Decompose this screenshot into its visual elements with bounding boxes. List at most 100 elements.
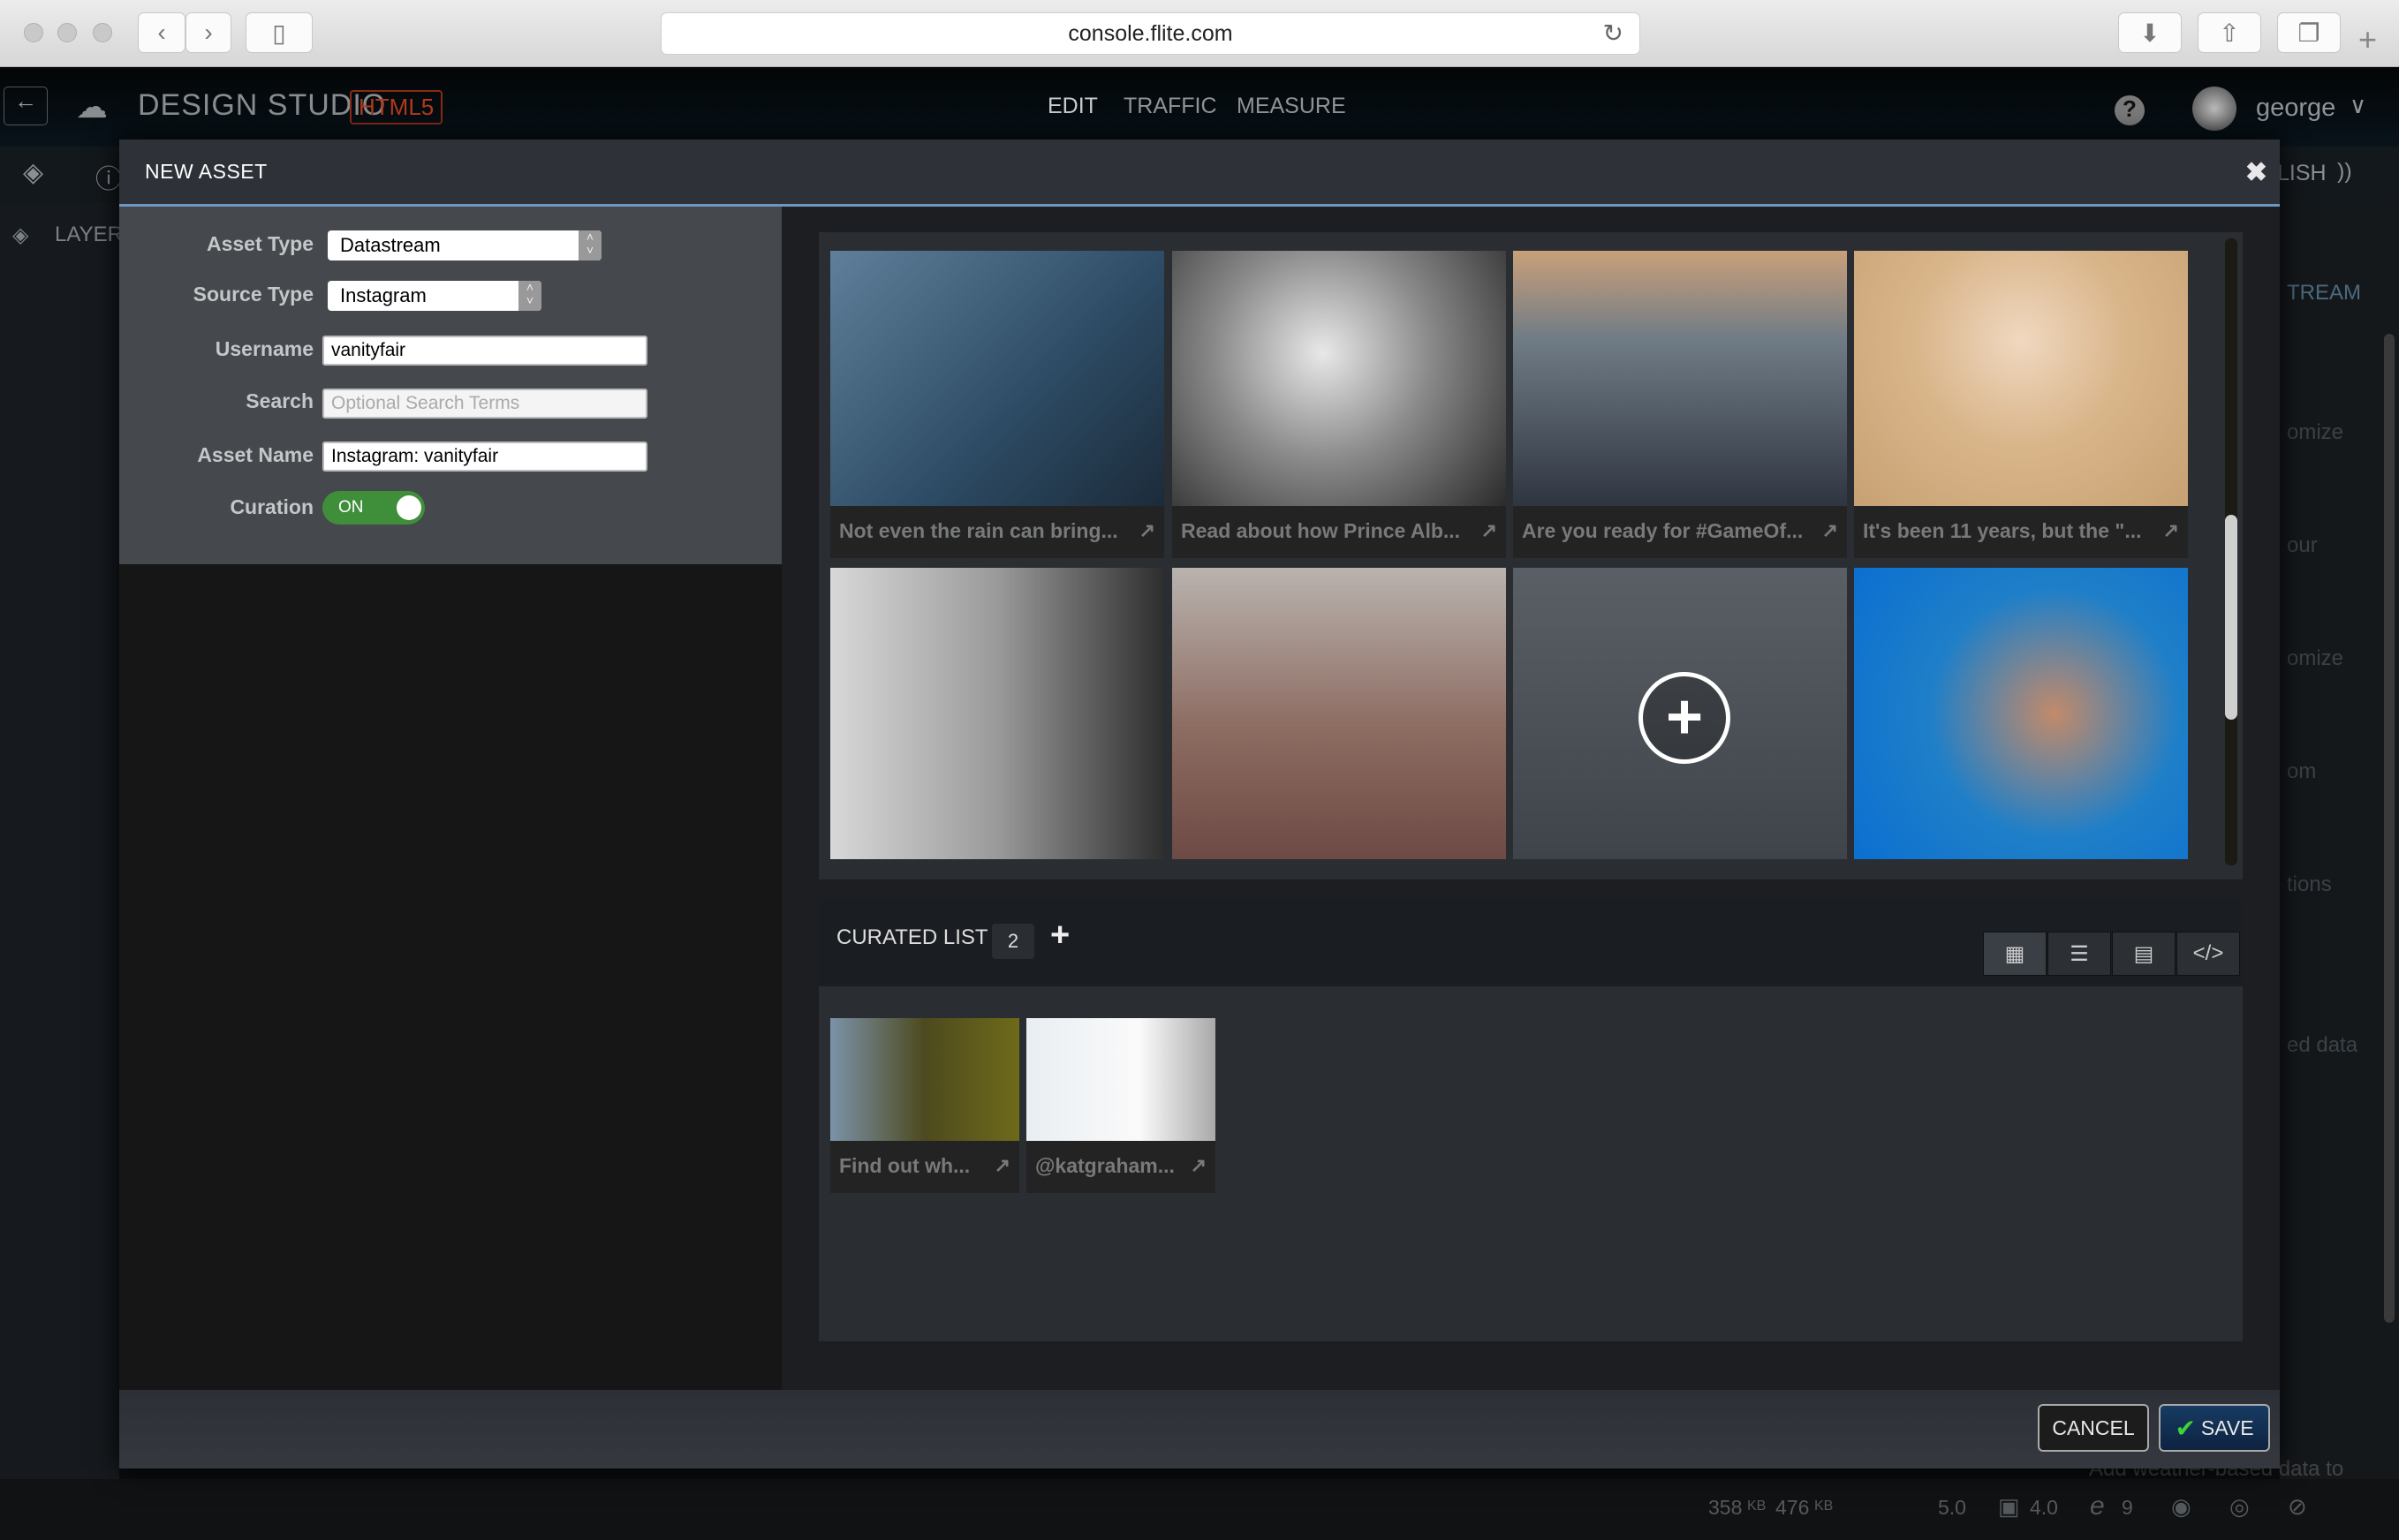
source-type-select[interactable]: Instagram ˄ ˅ [328, 281, 541, 311]
tab-datastream[interactable]: TREAM [2287, 281, 2361, 306]
broadcast-icon: )) [2337, 159, 2352, 184]
layers-icon[interactable]: ◈ [23, 157, 43, 188]
username-input[interactable] [322, 336, 647, 366]
caption-text: Read about how Prince Alb... [1181, 519, 1461, 542]
gallery-image[interactable] [1172, 568, 1506, 859]
ghost-text: om [2287, 759, 2317, 783]
search-label: Search [246, 389, 314, 412]
gallery-tile[interactable] [1854, 568, 2188, 859]
external-link-icon[interactable]: ↗ [2163, 519, 2179, 545]
share-icon[interactable]: ⇧ [2198, 12, 2261, 53]
nav-measure[interactable]: MEASURE [1237, 94, 1346, 119]
properties-panel: TREAM omize our omize om tions ed data [2280, 203, 2399, 1479]
unit: KB [1747, 1498, 1767, 1514]
avatar[interactable] [2192, 87, 2236, 131]
ghost-text: ed data [2287, 1033, 2358, 1057]
gallery-image[interactable] [830, 251, 1164, 506]
curated-item[interactable]: Find out wh... ↗ [830, 1018, 1019, 1193]
gallery-image[interactable] [1172, 251, 1506, 506]
asset-type-select[interactable]: Datastream ˄ ˅ [328, 230, 602, 260]
updown-arrows-icon: ˄ ˅ [579, 230, 602, 260]
cancel-button[interactable]: CANCEL [2038, 1404, 2149, 1452]
search-input[interactable] [322, 389, 647, 419]
gallery-tile[interactable]: Not even the rain can bring... ↗ [830, 251, 1164, 558]
forward-icon[interactable]: › [185, 12, 231, 53]
sidebar-icon[interactable]: ▯ [246, 12, 313, 53]
publish-button[interactable]: LISH [2277, 161, 2327, 186]
gallery-image[interactable] [1513, 251, 1847, 506]
info-icon[interactable]: ⓘ [95, 157, 122, 196]
save-label: SAVE [2200, 1415, 2254, 1439]
nav-traffic[interactable]: TRAFFIC [1124, 94, 1217, 119]
gallery-image[interactable] [1854, 251, 2188, 506]
close-window-button[interactable] [24, 23, 43, 42]
gallery-scrollbar[interactable] [2225, 238, 2237, 865]
user-name[interactable]: george [2256, 94, 2335, 123]
download-icon[interactable]: ⬇ [2118, 12, 2182, 53]
panel-scrollbar[interactable] [2384, 334, 2395, 1323]
list-view-icon[interactable]: ☰ [2047, 932, 2111, 976]
updown-arrows-icon: ˄ ˅ [518, 281, 541, 311]
code-view-icon[interactable]: </> [2176, 932, 2240, 976]
curated-image[interactable] [830, 1018, 1019, 1141]
close-icon[interactable]: ✖ [2245, 157, 2267, 188]
back-arrow-icon[interactable]: ← [4, 87, 48, 125]
gallery-tile[interactable] [830, 568, 1164, 859]
gallery-tile[interactable]: + [1513, 568, 1847, 859]
toggle-knob [397, 495, 421, 520]
gallery-tile[interactable] [1172, 568, 1506, 859]
external-link-icon[interactable]: ↗ [1822, 519, 1838, 545]
tabs-icon[interactable]: ❐ [2277, 12, 2341, 53]
asset-name-input[interactable] [322, 442, 647, 472]
curated-image[interactable] [1026, 1018, 1215, 1141]
new-tab-icon[interactable]: + [2358, 21, 2377, 58]
gallery-caption: It's been 11 years, but the "... ↗ [1854, 506, 2188, 558]
save-button[interactable]: ✔ SAVE [2159, 1404, 2270, 1452]
address-bar[interactable]: console.flite.com ↻ [661, 12, 1640, 55]
ghost-text: omize [2287, 420, 2344, 444]
curation-label: Curation [230, 495, 314, 518]
ie-icon: e [2090, 1491, 2105, 1521]
firefox-icon: ◉ [2171, 1493, 2191, 1520]
external-link-icon[interactable]: ↗ [1139, 519, 1155, 545]
back-icon[interactable]: ‹ [138, 12, 185, 53]
nav-edit[interactable]: EDIT [1048, 94, 1098, 119]
asset-type-value: Datastream [340, 234, 441, 256]
gallery-tile[interactable]: It's been 11 years, but the "... ↗ [1854, 251, 2188, 558]
unit: KB [1814, 1498, 1834, 1514]
form-empty-area [119, 564, 782, 1390]
gallery-caption: Are you ready for #GameOf... ↗ [1513, 506, 1847, 558]
gallery-caption: Not even the rain can bring... ↗ [830, 506, 1164, 558]
size-total: 476 [1775, 1496, 1810, 1519]
chevron-down-icon[interactable]: ∨ [2350, 92, 2366, 119]
new-asset-modal: NEW ASSET ✖ Asset Type Datastream ˄ ˅ Sour… [119, 140, 2280, 1468]
grid-view-icon[interactable]: ▦ [1983, 932, 2047, 976]
gallery-caption: Read about how Prince Alb... ↗ [1172, 506, 1506, 558]
curated-item[interactable]: @katgraham... ↗ [1026, 1018, 1215, 1193]
help-icon[interactable]: ? [2115, 95, 2145, 125]
size-initial: 358 [1708, 1496, 1743, 1519]
gallery-tile[interactable]: Are you ready for #GameOf... ↗ [1513, 251, 1847, 558]
add-curated-button[interactable]: + [1050, 917, 1070, 955]
gallery-tile[interactable]: Read about how Prince Alb... ↗ [1172, 251, 1506, 558]
external-link-icon[interactable]: ↗ [1191, 1154, 1207, 1180]
external-link-icon[interactable]: ↗ [995, 1154, 1010, 1180]
curated-list-header: CURATED LIST 2 + ▦ ☰ ▤ </> [819, 899, 2243, 986]
instagram-gallery: Not even the rain can bring... ↗ Read abou… [819, 232, 2243, 879]
card-view-icon[interactable]: ▤ [2112, 932, 2176, 976]
reload-icon[interactable]: ↻ [1603, 19, 1623, 48]
zoom-window-button[interactable] [93, 23, 112, 42]
gallery-image[interactable] [1854, 568, 2188, 859]
url-text: console.flite.com [1068, 20, 1233, 46]
curated-count-badge: 2 [992, 924, 1034, 959]
modal-title-text: NEW ASSET [145, 160, 268, 183]
gallery-image[interactable]: + [1513, 568, 1847, 859]
external-link-icon[interactable]: ↗ [1481, 519, 1497, 545]
caption-text: Not even the rain can bring... [839, 519, 1118, 542]
add-to-curated-icon[interactable]: + [1638, 672, 1730, 764]
minimize-window-button[interactable] [57, 23, 77, 42]
scrollbar-thumb[interactable] [2225, 515, 2237, 720]
curation-toggle[interactable]: ON [322, 491, 425, 525]
curated-caption: @katgraham... ↗ [1026, 1141, 1215, 1193]
gallery-image[interactable] [830, 568, 1164, 859]
